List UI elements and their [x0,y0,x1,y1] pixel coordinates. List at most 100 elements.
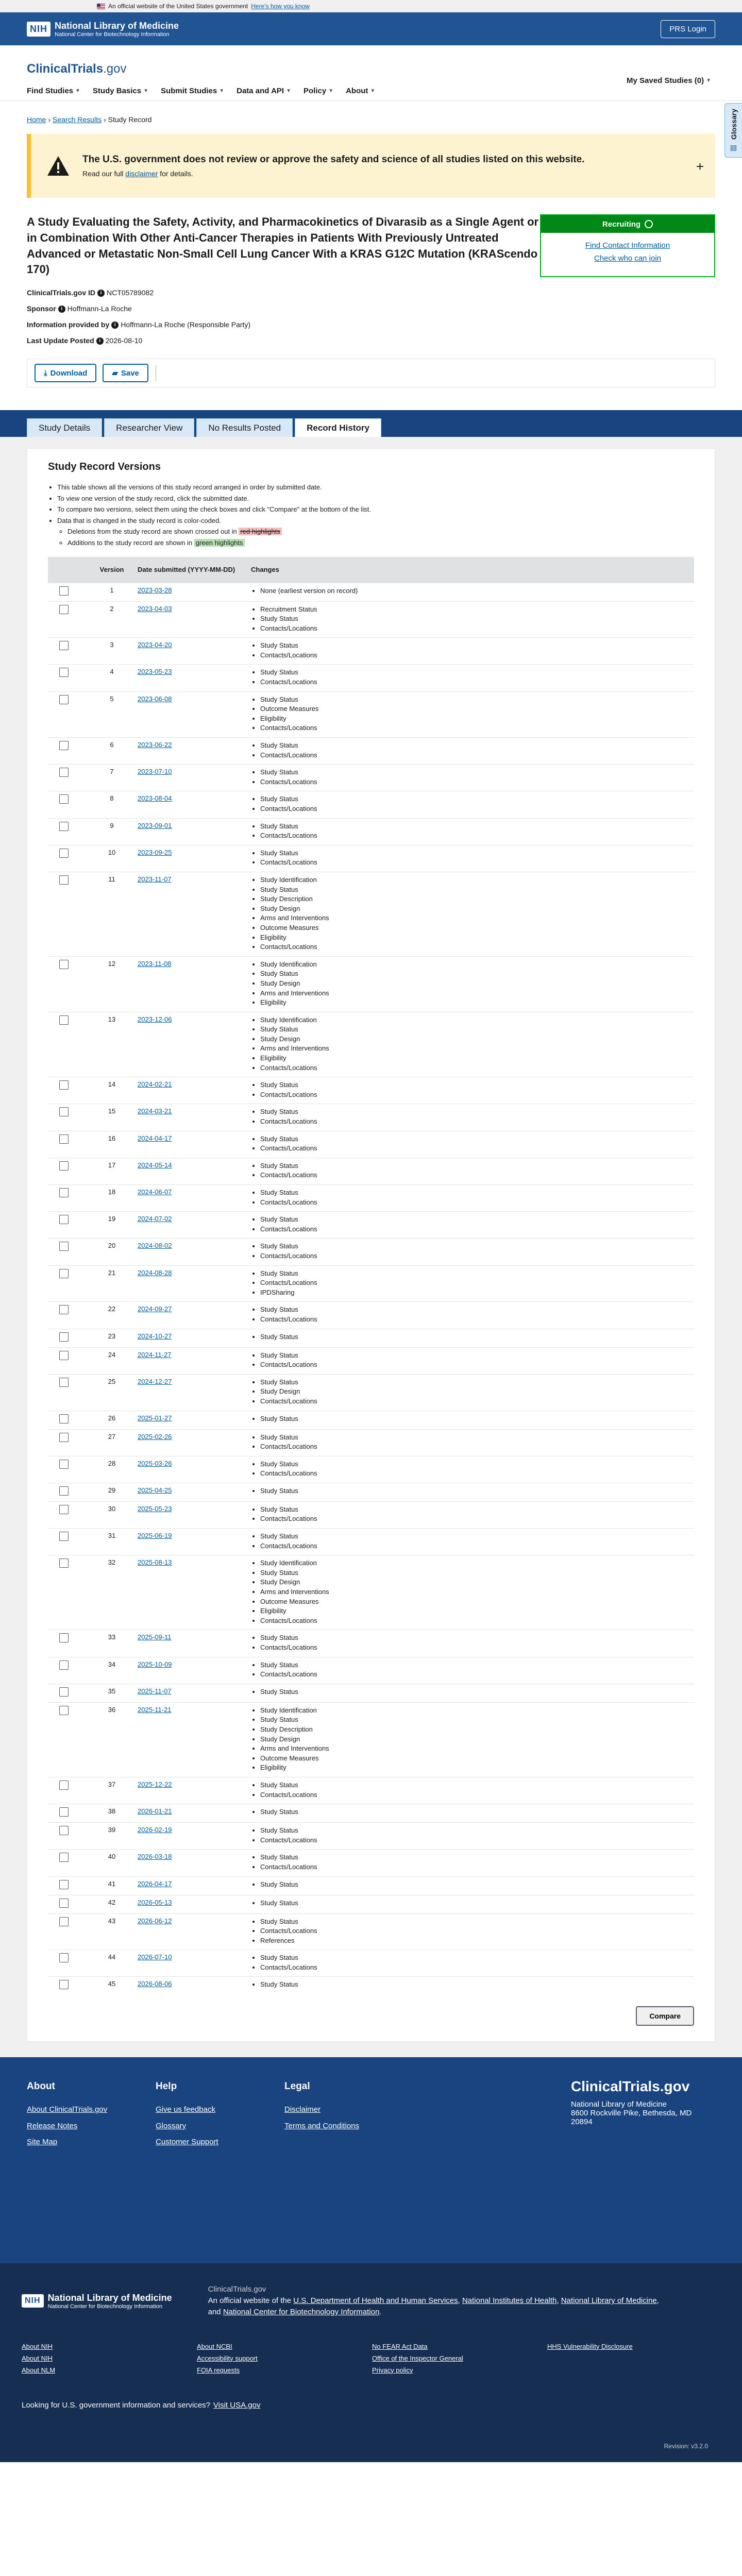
version-checkbox[interactable] [59,1705,69,1715]
version-date-link[interactable]: 2024-08-28 [138,1269,172,1277]
version-date-link[interactable]: 2024-12-27 [138,1378,172,1385]
version-checkbox[interactable] [59,641,69,651]
usa-gov-link[interactable]: Visit USA.gov [213,2401,260,2410]
version-date-link[interactable]: 2024-09-27 [138,1305,172,1313]
version-checkbox[interactable] [59,1107,69,1117]
version-checkbox[interactable] [59,1242,69,1251]
version-checkbox[interactable] [59,1980,69,1990]
footer2-link[interactable]: Accessibility support [197,2354,372,2362]
version-checkbox[interactable] [59,741,69,751]
tab-researcher-view[interactable]: Researcher View [104,418,195,437]
footer2-link[interactable]: About NCBI [197,2343,372,2350]
version-date-link[interactable]: 2025-11-07 [138,1687,172,1695]
nav-study-basics[interactable]: Study Basics ▼ [93,87,148,95]
ncbi-link[interactable]: National Center for Biotechnology Inform… [223,2308,380,2316]
footer-nlm-logo[interactable]: NIH National Library of Medicine National… [22,2284,172,2317]
version-checkbox[interactable] [59,1807,69,1817]
version-checkbox[interactable] [59,794,69,804]
version-checkbox[interactable] [59,768,69,777]
expand-plus-icon[interactable]: + [696,159,704,175]
nih-link[interactable]: National Institutes of Health [462,2296,556,2305]
nav-about[interactable]: About ▼ [346,87,375,95]
footer-glossary-link[interactable]: Glossary [156,2118,284,2134]
version-date-link[interactable]: 2023-04-03 [138,605,172,613]
footer2-link[interactable]: About NIH [22,2354,197,2362]
version-date-link[interactable]: 2024-04-17 [138,1134,172,1142]
version-date-link[interactable]: 2025-08-13 [138,1558,172,1566]
version-checkbox[interactable] [59,1080,69,1090]
version-checkbox[interactable] [59,694,69,704]
version-checkbox[interactable] [59,1268,69,1278]
version-date-link[interactable]: 2024-06-07 [138,1188,172,1196]
version-checkbox[interactable] [59,1917,69,1926]
site-brand[interactable]: ClinicalTrials.gov [27,62,715,76]
version-date-link[interactable]: 2025-11-21 [138,1706,172,1714]
version-checkbox[interactable] [59,604,69,614]
tab-record-history[interactable]: Record History [295,418,381,437]
footer-about-link[interactable]: About ClinicalTrials.gov [27,2102,156,2118]
how-you-know-link[interactable]: Here's how you know [251,3,310,10]
version-date-link[interactable]: 2026-08-06 [138,1980,172,1988]
version-checkbox[interactable] [59,1215,69,1225]
version-date-link[interactable]: 2023-09-01 [138,822,172,829]
check-who-can-join-link[interactable]: Check who can join [594,254,661,263]
version-date-link[interactable]: 2026-04-17 [138,1880,172,1888]
version-date-link[interactable]: 2025-02-26 [138,1433,172,1440]
version-checkbox[interactable] [59,1015,69,1025]
find-contact-link[interactable]: Find Contact Information [585,241,670,250]
version-date-link[interactable]: 2025-01-27 [138,1414,172,1422]
breadcrumb-search-results[interactable]: Search Results [53,115,102,124]
version-checkbox[interactable] [59,1377,69,1387]
nlm-logo[interactable]: NIH National Library of Medicine National… [27,21,179,38]
version-date-link[interactable]: 2025-09-11 [138,1633,172,1641]
version-checkbox[interactable] [59,1953,69,1963]
version-checkbox[interactable] [59,1305,69,1315]
version-checkbox[interactable] [59,1134,69,1144]
nav-data-api[interactable]: Data and API ▼ [237,87,291,95]
version-checkbox[interactable] [59,1687,69,1697]
version-checkbox[interactable] [59,1853,69,1862]
footer-disclaimer-link[interactable]: Disclaimer [284,2102,413,2118]
version-checkbox[interactable] [59,1780,69,1790]
version-checkbox[interactable] [59,1504,69,1514]
version-checkbox[interactable] [59,1332,69,1342]
version-date-link[interactable]: 2026-01-21 [138,1807,172,1815]
version-checkbox[interactable] [59,875,69,885]
prs-login-button[interactable]: PRS Login [661,20,715,38]
version-date-link[interactable]: 2023-07-10 [138,768,172,775]
version-date-link[interactable]: 2023-03-28 [138,586,172,594]
version-checkbox[interactable] [59,586,69,596]
footer-site-map-link[interactable]: Site Map [27,2134,156,2150]
version-checkbox[interactable] [59,1532,69,1541]
version-date-link[interactable]: 2026-06-12 [138,1917,172,1925]
version-date-link[interactable]: 2024-02-21 [138,1080,172,1088]
version-checkbox[interactable] [59,1188,69,1197]
footer2-link[interactable]: About NIH [22,2343,197,2350]
footer2-link[interactable]: No FEAR Act Data [372,2343,547,2350]
footer2-link[interactable]: Privacy policy [372,2366,547,2374]
version-checkbox[interactable] [59,1432,69,1442]
version-checkbox[interactable] [59,668,69,677]
version-checkbox[interactable] [59,848,69,858]
footer-feedback-link[interactable]: Give us feedback [156,2102,284,2118]
version-date-link[interactable]: 2024-10-27 [138,1332,172,1340]
version-date-link[interactable]: 2026-03-18 [138,1853,172,1860]
version-checkbox[interactable] [59,1161,69,1171]
nav-find-studies[interactable]: Find Studies ▼ [27,87,80,95]
version-date-link[interactable]: 2024-07-02 [138,1215,172,1223]
version-date-link[interactable]: 2023-06-22 [138,741,172,749]
version-date-link[interactable]: 2023-06-08 [138,695,172,703]
nav-submit-studies[interactable]: Submit Studies ▼ [161,87,224,95]
version-date-link[interactable]: 2024-03-21 [138,1107,172,1115]
version-date-link[interactable]: 2026-02-19 [138,1826,172,1834]
version-checkbox[interactable] [59,1486,69,1496]
version-checkbox[interactable] [59,1826,69,1836]
footer-support-link[interactable]: Customer Support [156,2134,284,2150]
disclaimer-link[interactable]: disclaimer [125,170,158,178]
version-checkbox[interactable] [59,1633,69,1643]
tab-no-results-posted[interactable]: No Results Posted [196,418,293,437]
version-checkbox[interactable] [59,1898,69,1908]
version-checkbox[interactable] [59,1558,69,1568]
version-date-link[interactable]: 2024-08-02 [138,1242,172,1249]
download-button[interactable]: ⤓ Download [35,364,97,382]
